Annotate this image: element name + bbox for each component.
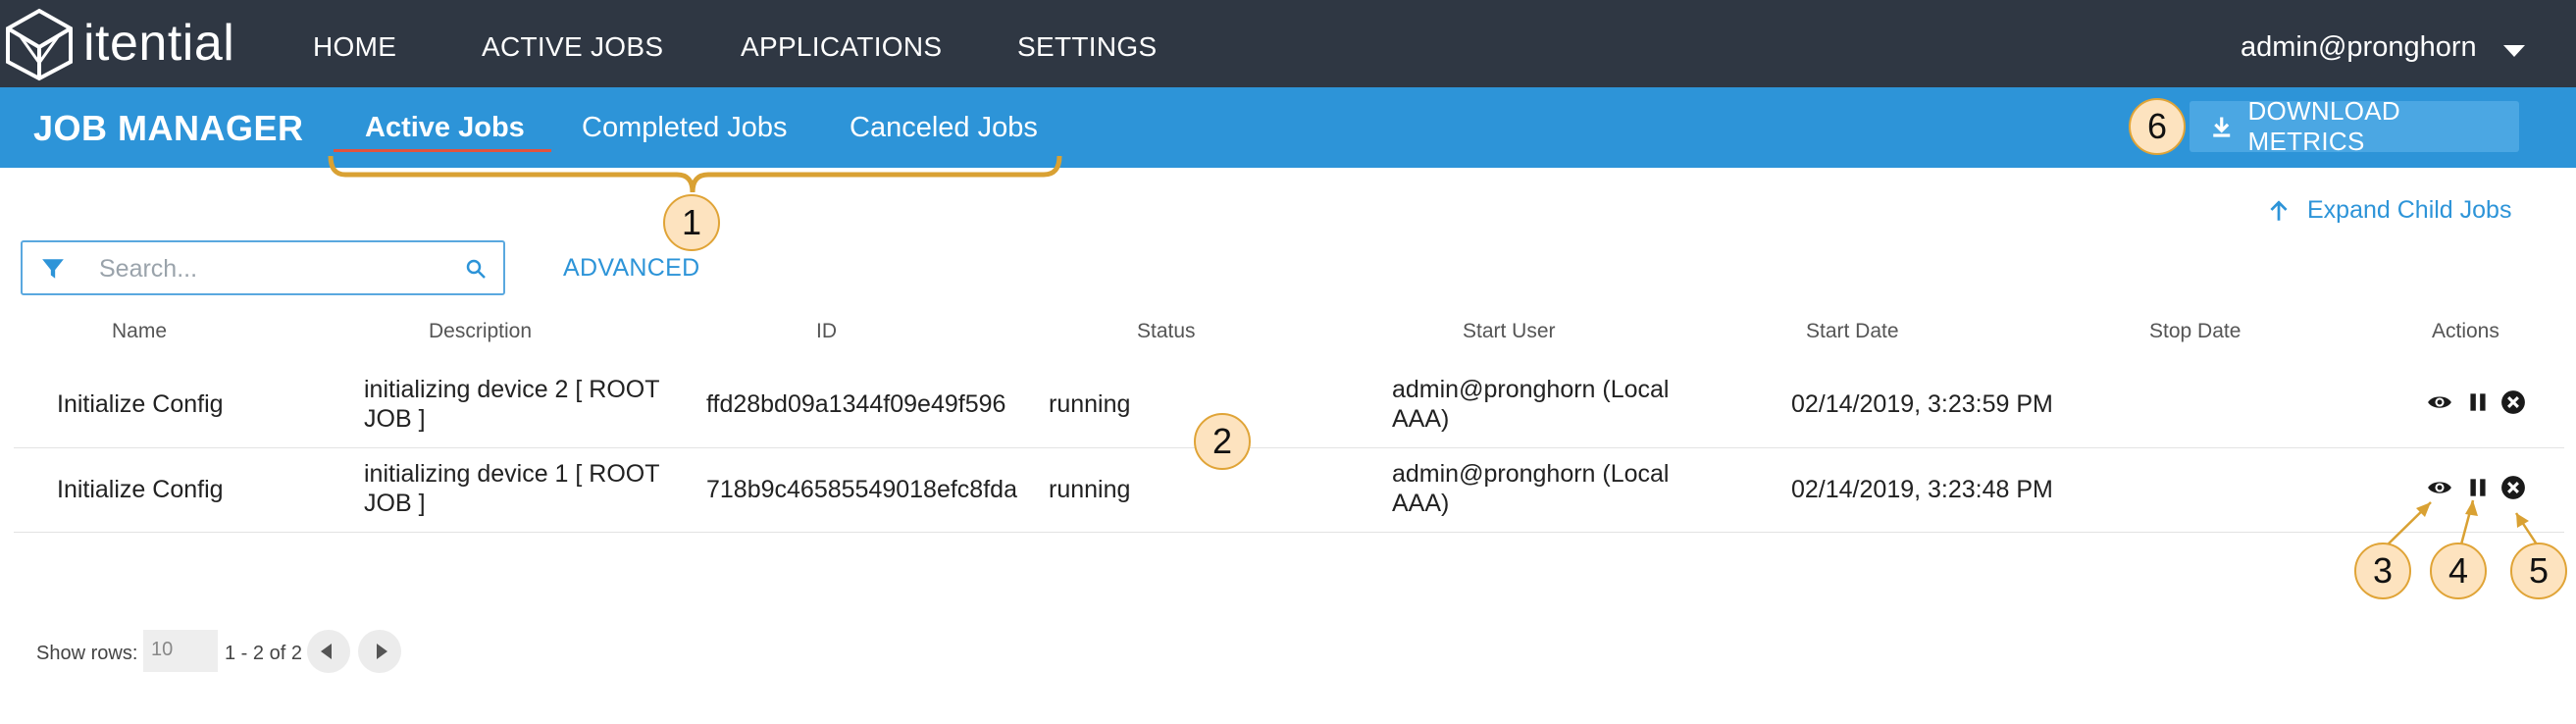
chevron-left-icon xyxy=(321,644,332,659)
tab-canceled-jobs[interactable]: Canceled Jobs xyxy=(850,112,1038,144)
column-header-name[interactable]: Name xyxy=(112,320,167,343)
column-header-id[interactable]: ID xyxy=(816,320,837,343)
job-description: initializing device 1 [ ROOT xyxy=(364,460,660,488)
job-name: Initialize Config xyxy=(57,390,224,418)
tab-completed-jobs[interactable]: Completed Jobs xyxy=(582,112,788,144)
nav-active-jobs[interactable]: ACTIVE JOBS xyxy=(482,31,663,63)
job-description-cont: JOB ] xyxy=(364,405,426,433)
pagination-range: 1 - 2 of 2 xyxy=(225,643,302,664)
job-id: 718b9c46585549018efc8fda xyxy=(706,476,1017,503)
job-start-user: admin@pronghorn (Local xyxy=(1392,376,1670,403)
callout-3: 3 xyxy=(2354,543,2411,599)
job-start-user-cont: AAA) xyxy=(1392,405,1450,433)
previous-page-button[interactable] xyxy=(307,630,350,673)
tab-active-jobs[interactable]: Active Jobs xyxy=(365,112,525,144)
job-status: running xyxy=(1049,390,1131,418)
download-metrics-label: DOWNLOAD METRICS xyxy=(2247,96,2401,156)
column-header-actions: Actions xyxy=(2432,320,2499,342)
row-divider xyxy=(14,532,2564,533)
callout-5: 5 xyxy=(2510,543,2567,599)
callout-1: 1 xyxy=(663,194,720,251)
filter-icon[interactable] xyxy=(40,256,66,282)
download-metrics-button[interactable]: DOWNLOAD METRICS xyxy=(2190,96,2519,156)
job-start-user-cont: AAA) xyxy=(1392,490,1450,517)
column-header-description[interactable]: Description xyxy=(429,320,532,343)
rows-per-page-input[interactable]: 10 xyxy=(143,630,218,672)
pause-icon[interactable] xyxy=(2465,475,2491,500)
column-header-status[interactable]: Status xyxy=(1137,320,1196,343)
chevron-down-icon[interactable] xyxy=(2503,45,2525,57)
download-icon xyxy=(2213,117,2231,137)
arrow-up-icon xyxy=(2270,199,2288,221)
itential-logo-icon xyxy=(6,8,73,81)
job-start-date: 02/14/2019, 3:23:48 PM xyxy=(1791,476,2053,503)
chevron-right-icon xyxy=(377,644,387,659)
job-id: ffd28bd09a1344f09e49f596 xyxy=(706,390,1006,418)
advanced-search-button[interactable]: ADVANCED xyxy=(563,254,699,283)
expand-child-jobs-label: Expand Child Jobs xyxy=(2307,196,2512,224)
search-input[interactable] xyxy=(97,251,444,286)
job-start-user: admin@pronghorn (Local xyxy=(1392,460,1670,488)
job-name: Initialize Config xyxy=(57,476,224,503)
cancel-icon[interactable] xyxy=(2500,475,2526,500)
pause-icon[interactable] xyxy=(2465,389,2491,415)
callout-2: 2 xyxy=(1194,413,1251,470)
user-menu[interactable]: admin@pronghorn xyxy=(2241,31,2477,64)
view-eye-icon[interactable] xyxy=(2427,475,2452,500)
expand-child-jobs-button[interactable]: Expand Child Jobs xyxy=(2266,196,2511,225)
callout-6: 6 xyxy=(2129,98,2186,155)
job-start-date: 02/14/2019, 3:23:59 PM xyxy=(1791,390,2053,418)
column-header-start-user[interactable]: Start User xyxy=(1463,320,1556,343)
callout-4: 4 xyxy=(2430,543,2487,599)
column-header-stop-date[interactable]: Stop Date xyxy=(2149,320,2241,343)
nav-settings[interactable]: SETTINGS xyxy=(1017,31,1157,63)
nav-applications[interactable]: APPLICATIONS xyxy=(741,31,942,63)
search-icon[interactable] xyxy=(464,257,488,281)
brand-name: itential xyxy=(83,15,235,72)
cancel-icon[interactable] xyxy=(2500,389,2526,415)
job-description-cont: JOB ] xyxy=(364,490,426,517)
view-eye-icon[interactable] xyxy=(2427,389,2452,415)
next-page-button[interactable] xyxy=(358,630,401,673)
column-header-start-date[interactable]: Start Date xyxy=(1806,320,1899,343)
row-divider xyxy=(14,447,2564,448)
job-status: running xyxy=(1049,476,1131,503)
nav-home[interactable]: HOME xyxy=(313,31,396,63)
job-description: initializing device 2 [ ROOT xyxy=(364,376,660,403)
app-title: JOB MANAGER xyxy=(33,108,304,148)
active-tab-indicator xyxy=(334,149,551,152)
show-rows-label: Show rows: xyxy=(36,643,138,664)
search-box[interactable] xyxy=(21,240,505,295)
callout-arrows xyxy=(2383,499,2541,549)
